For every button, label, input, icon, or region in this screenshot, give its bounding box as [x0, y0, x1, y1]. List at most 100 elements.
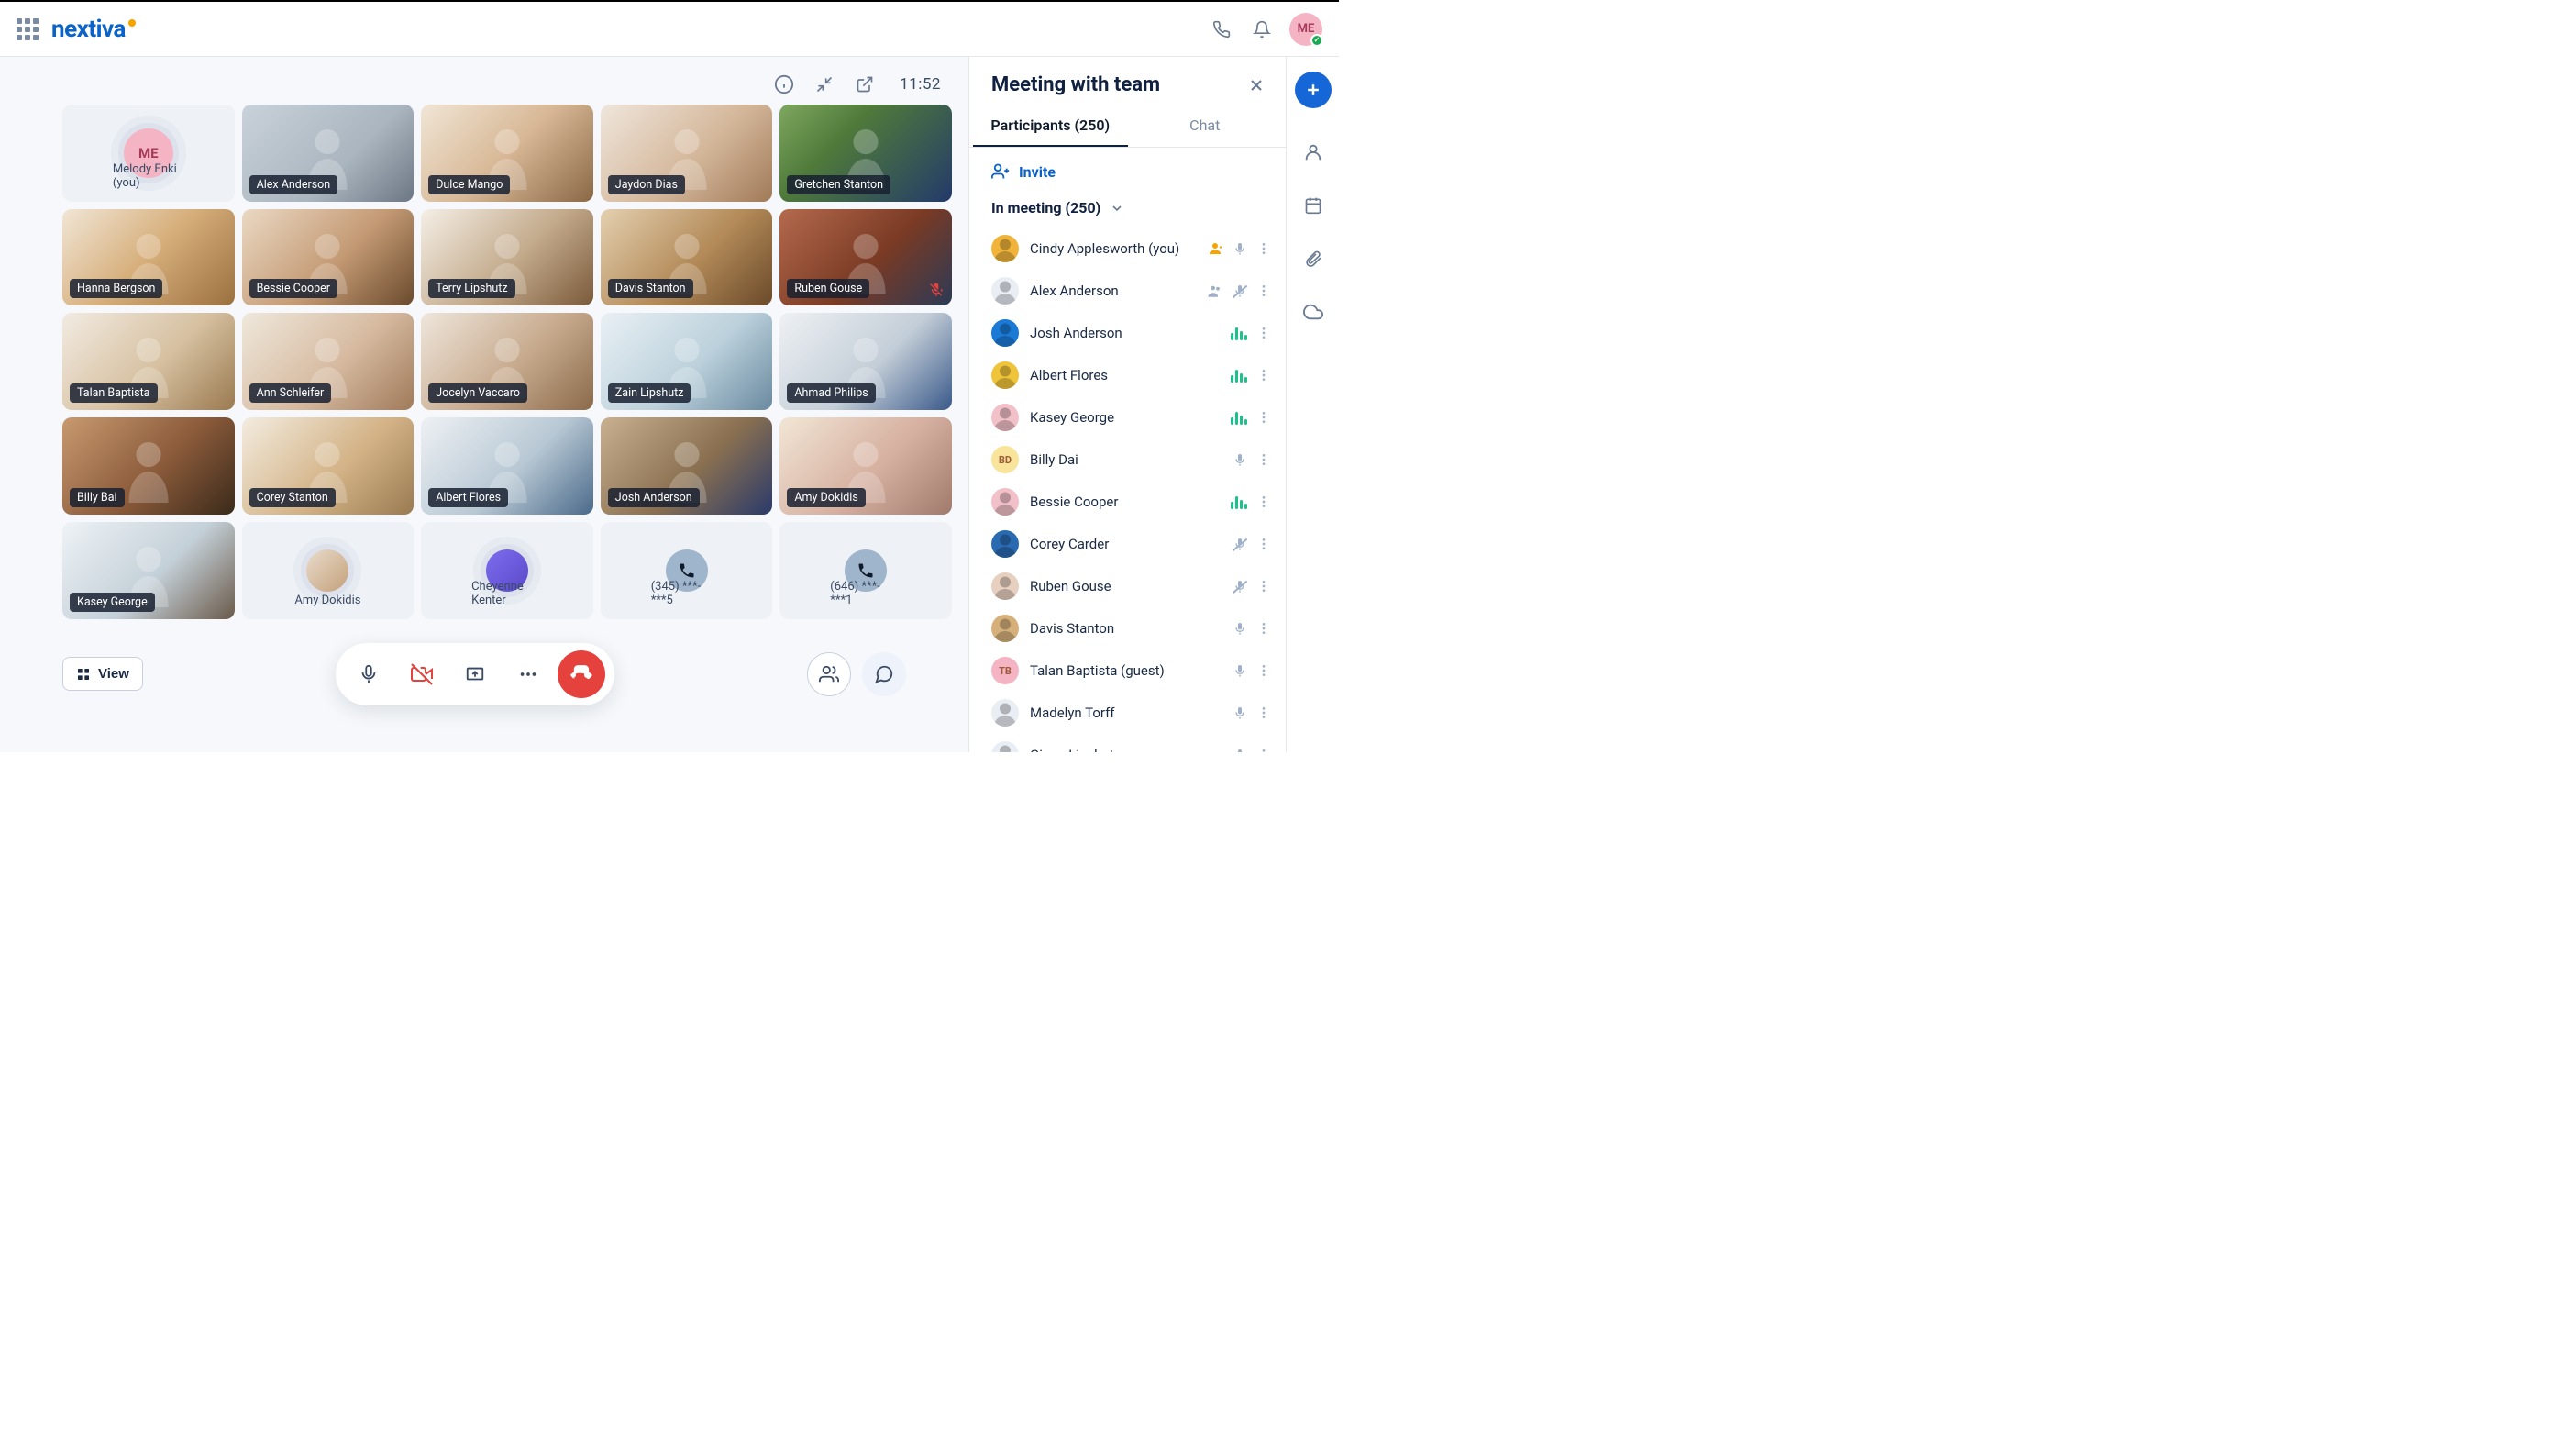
video-tile[interactable]: Alex Anderson [242, 105, 415, 202]
call-controls [336, 643, 614, 705]
chat-icon [874, 664, 894, 684]
video-tile[interactable]: Gretchen Stanton [779, 105, 952, 202]
minimize-icon[interactable] [813, 73, 835, 95]
participant-row[interactable]: Josh Anderson [988, 312, 1275, 354]
video-tile[interactable]: MEMelody Enki (you) [62, 105, 235, 202]
video-tile[interactable]: Jocelyn Vaccaro [421, 313, 593, 410]
video-tile[interactable]: Davis Stanton [601, 209, 773, 306]
participant-more-icon[interactable] [1256, 452, 1271, 467]
participant-more-icon[interactable] [1256, 494, 1271, 509]
participant-more-icon[interactable] [1256, 368, 1271, 383]
tile-name-label: Ann Schleifer [249, 383, 332, 403]
mic-muted-icon [1233, 283, 1247, 298]
contacts-rail-icon[interactable] [1295, 134, 1332, 171]
participant-more-icon[interactable] [1256, 326, 1271, 340]
info-icon[interactable] [773, 73, 795, 95]
participant-more-icon[interactable] [1256, 283, 1271, 298]
video-tile[interactable]: Amy Dokidis [779, 417, 952, 515]
attachment-rail-icon[interactable] [1295, 240, 1332, 277]
participant-more-icon[interactable] [1256, 241, 1271, 256]
mic-muted-icon [1233, 537, 1247, 551]
microphone-button[interactable] [345, 650, 392, 698]
mic-idle-icon [1233, 705, 1247, 720]
tab-chat[interactable]: Chat [1128, 105, 1283, 147]
video-tile[interactable]: Hanna Bergson [62, 209, 235, 306]
more-options-button[interactable] [504, 650, 552, 698]
tile-name-label: Amy Dokidis [287, 591, 368, 610]
share-screen-button[interactable] [451, 650, 499, 698]
participant-more-icon[interactable] [1256, 579, 1271, 594]
popout-icon[interactable] [854, 73, 876, 95]
apps-menu-icon[interactable] [17, 18, 39, 40]
video-tile[interactable]: Billy Bai [62, 417, 235, 515]
hangup-button[interactable] [558, 650, 605, 698]
participant-row[interactable]: Kasey George [988, 396, 1275, 438]
video-tile[interactable]: Josh Anderson [601, 417, 773, 515]
presence-available-icon [1310, 34, 1323, 47]
participant-row[interactable]: Ruben Gouse [988, 565, 1275, 607]
close-panel-icon[interactable] [1245, 74, 1267, 96]
cloud-rail-icon[interactable] [1295, 294, 1332, 330]
speaking-icon [1231, 494, 1247, 509]
video-tile[interactable]: Ahmad Philips [779, 313, 952, 410]
participant-more-icon[interactable] [1256, 705, 1271, 720]
video-tile[interactable]: (646) ***-***1 [779, 522, 952, 619]
participant-name: Talan Baptista (guest) [1030, 662, 1222, 679]
participant-row[interactable]: Cindy Applesworth (you) [988, 228, 1275, 270]
video-tile[interactable]: Kasey George [62, 522, 235, 619]
invite-button[interactable]: Invite [969, 148, 1286, 186]
participant-more-icon[interactable] [1256, 663, 1271, 678]
participant-avatar [991, 741, 1019, 752]
brand-text: nextiva [51, 16, 126, 43]
video-tile[interactable]: Bessie Cooper [242, 209, 415, 306]
video-tile[interactable]: (345) ***-***5 [601, 522, 773, 619]
calendar-rail-icon[interactable] [1295, 187, 1332, 224]
participant-row[interactable]: Giana Lipshutz [988, 734, 1275, 752]
participant-row[interactable]: Davis Stanton [988, 607, 1275, 649]
participant-more-icon[interactable] [1256, 537, 1271, 551]
mic-idle-icon [1233, 452, 1247, 467]
chat-toggle-button[interactable] [862, 652, 906, 696]
participant-row[interactable]: BDBilly Dai [988, 438, 1275, 481]
video-tile[interactable]: Talan Baptista [62, 313, 235, 410]
tile-name-label: Bessie Cooper [249, 279, 337, 298]
tile-name-label: Ahmad Philips [787, 383, 875, 403]
participant-name: Kasey George [1030, 409, 1220, 426]
video-tile[interactable]: Amy Dokidis [242, 522, 415, 619]
video-tile[interactable]: Zain Lipshutz [601, 313, 773, 410]
video-tile[interactable]: Jaydon Dias [601, 105, 773, 202]
video-tile[interactable]: Albert Flores [421, 417, 593, 515]
participant-row[interactable]: Corey Carder [988, 523, 1275, 565]
video-tile[interactable]: Corey Stanton [242, 417, 415, 515]
participant-row[interactable]: TBTalan Baptista (guest) [988, 649, 1275, 692]
muted-icon [928, 282, 945, 298]
phone-icon[interactable] [1203, 11, 1240, 48]
camera-off-button[interactable] [398, 650, 446, 698]
video-tile[interactable]: Ann Schleifer [242, 313, 415, 410]
bell-icon[interactable] [1244, 11, 1280, 48]
participant-row[interactable]: Bessie Cooper [988, 481, 1275, 523]
panel-title: Meeting with team [991, 73, 1160, 96]
participant-status [1233, 579, 1271, 594]
participant-status [1233, 621, 1271, 636]
in-meeting-section-header[interactable]: In meeting (250) [969, 186, 1286, 220]
participant-more-icon[interactable] [1256, 748, 1271, 752]
video-tile[interactable]: Ruben Gouse [779, 209, 952, 306]
tile-name-label: Terry Lipshutz [428, 279, 514, 298]
video-tile[interactable]: Cheyenne Kenter [421, 522, 593, 619]
participant-row[interactable]: Alex Anderson [988, 270, 1275, 312]
participant-more-icon[interactable] [1256, 621, 1271, 636]
participants-toggle-button[interactable] [807, 652, 851, 696]
current-user-avatar[interactable]: ME [1289, 13, 1322, 46]
brand-logo[interactable]: nextiva [51, 16, 136, 43]
participant-avatar [991, 530, 1019, 558]
view-layout-button[interactable]: View [62, 657, 143, 691]
participant-more-icon[interactable] [1256, 410, 1271, 425]
tab-participants[interactable]: Participants (250) [973, 105, 1128, 147]
video-tile[interactable]: Dulce Mango [421, 105, 593, 202]
video-tile[interactable]: Terry Lipshutz [421, 209, 593, 306]
cohost-badge-icon [1207, 283, 1223, 299]
new-action-fab[interactable] [1295, 72, 1332, 108]
participant-row[interactable]: Albert Flores [988, 354, 1275, 396]
participant-row[interactable]: Madelyn Torff [988, 692, 1275, 734]
